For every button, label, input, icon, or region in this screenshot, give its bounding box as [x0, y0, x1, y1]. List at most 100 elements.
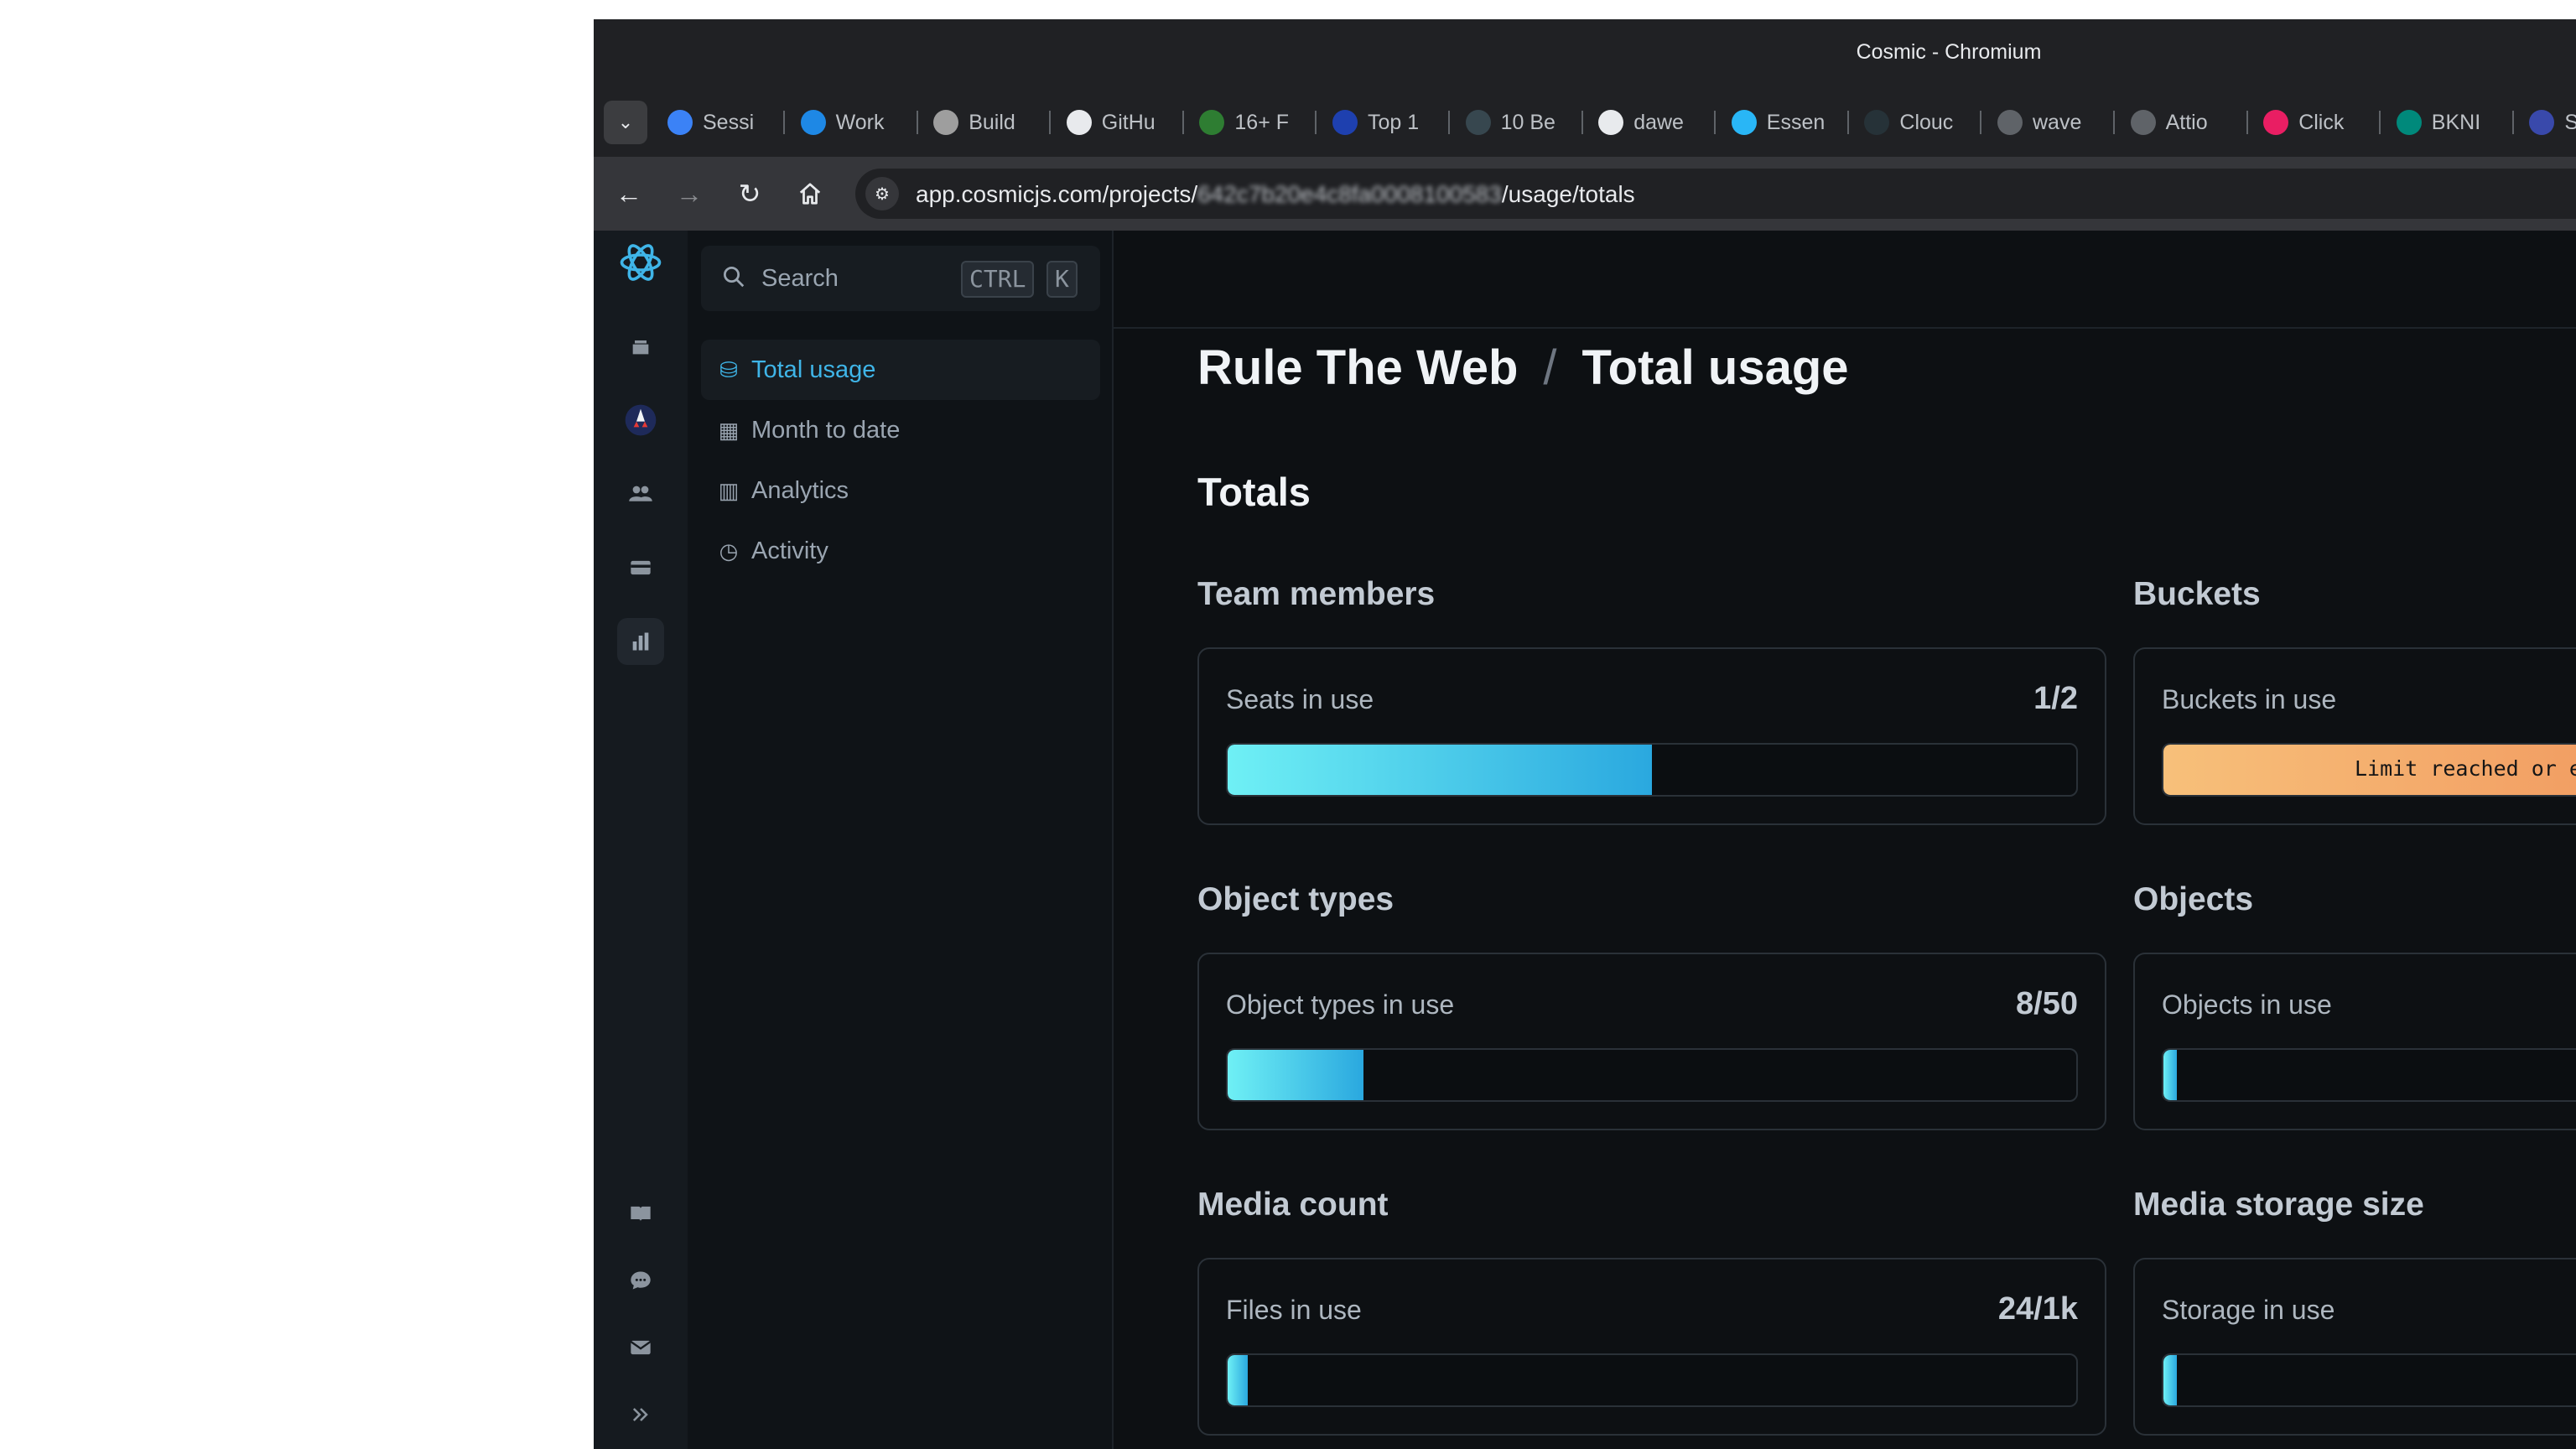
- buckets-title: Buckets: [2133, 576, 2261, 612]
- object-types-progress-fill: [1228, 1050, 1363, 1100]
- buckets-warning-text: Limit reached or exc: [2355, 756, 2576, 781]
- url-redacted: 642c7b20e4c8fa0008100583: [1197, 181, 1502, 207]
- object-types-card: Object types in use 8/50: [1197, 953, 2106, 1130]
- tab-label: GitHu: [1101, 110, 1156, 134]
- media-count-title: Media count: [1197, 1187, 1389, 1223]
- tab-label: Top 1: [1368, 110, 1420, 134]
- browser-tab[interactable]: Top 1: [1332, 101, 1450, 144]
- forward-button[interactable]: →: [671, 175, 708, 212]
- main-panel: Rule The Web / Total usage Totals Team mem…: [1114, 231, 2576, 1449]
- buckets-label: Buckets in use: [2162, 684, 2337, 714]
- tab-separator: [2379, 111, 2381, 134]
- browser-tab[interactable]: 16+ F: [1199, 101, 1317, 144]
- url-text[interactable]: app.cosmicjs.com/projects/642c7b20e4c8fa…: [916, 181, 1635, 208]
- browser-tab[interactable]: BKNI: [2396, 101, 2514, 144]
- tab-favicon-icon: [933, 110, 959, 135]
- files-progress-bar: [1226, 1353, 2078, 1407]
- kbd-ctrl: CTRL: [961, 261, 1035, 298]
- tab-separator: [1448, 111, 1450, 134]
- arrow-left-icon: ←: [615, 178, 642, 209]
- tab-label: Attio: [2165, 110, 2208, 134]
- cosmic-logo-icon[interactable]: [617, 239, 664, 286]
- browser-tab[interactable]: Work: [800, 101, 918, 144]
- browser-tab[interactable]: Build: [933, 101, 1052, 144]
- breadcrumb-project[interactable]: Rule The Web: [1197, 340, 1518, 395]
- objects-card: Objects in use: [2133, 953, 2576, 1130]
- media-storage-card: Storage in use: [2133, 1258, 2576, 1436]
- tab-label: Sl: [2564, 110, 2576, 134]
- tab-separator: [1980, 111, 1982, 134]
- browser-tab[interactable]: Sl: [2529, 101, 2576, 144]
- tab-favicon-icon: [2396, 110, 2422, 135]
- search-label: Search: [761, 265, 839, 292]
- browser-tab[interactable]: wave: [1997, 101, 2115, 144]
- chat-icon[interactable]: [617, 1257, 664, 1304]
- buckets-card: Buckets in use Limit reached or exc: [2133, 647, 2576, 825]
- subnav-item-label: Activity: [751, 537, 828, 564]
- tab-separator: [1581, 111, 1583, 134]
- usage-icon[interactable]: [617, 618, 664, 665]
- tab-favicon-icon: [1864, 110, 1890, 135]
- subnav-item[interactable]: ◷ Activity: [701, 521, 1100, 581]
- tab-label: BKNI: [2431, 110, 2481, 134]
- tab-favicon-icon: [800, 110, 826, 135]
- tab-separator: [1315, 111, 1317, 134]
- browser-window: Cosmic - Chromium ⌄ Sessi Work Build GitHu 1…: [594, 19, 2576, 1449]
- team-members-card: Seats in use 1/2: [1197, 647, 2106, 825]
- browser-tab[interactable]: dawe: [1598, 101, 1716, 144]
- billing-icon[interactable]: [617, 544, 664, 591]
- site-info-icon[interactable]: ⚙: [865, 177, 899, 210]
- back-button[interactable]: ←: [610, 175, 647, 212]
- tab-separator: [1049, 111, 1052, 134]
- breadcrumb-current: Total usage: [1581, 340, 1849, 395]
- tab-label: Build: [969, 110, 1015, 134]
- browser-tab[interactable]: Sessi: [667, 101, 785, 144]
- home-button[interactable]: [792, 175, 828, 212]
- browser-tab[interactable]: Essen: [1731, 101, 1849, 144]
- arrow-right-icon: →: [676, 178, 703, 209]
- icon-rail: [594, 231, 688, 1449]
- expand-icon[interactable]: [617, 1391, 664, 1438]
- tab-favicon-icon: [1731, 110, 1757, 135]
- subnav-item[interactable]: ▦ Month to date: [701, 400, 1100, 460]
- tab-label: Work: [835, 110, 885, 134]
- object-types-value: 8/50: [2016, 986, 2078, 1021]
- browser-tab[interactable]: Clouc: [1864, 101, 1982, 144]
- tab-label: dawe: [1633, 110, 1684, 134]
- files-value: 24/1k: [1997, 1291, 2078, 1327]
- object-types-progress-bar: [1226, 1048, 2078, 1102]
- objects-progress-bar: [2162, 1048, 2576, 1102]
- browser-tab[interactable]: 10 Be: [1465, 101, 1583, 144]
- mail-icon[interactable]: [617, 1324, 664, 1371]
- subnav-item[interactable]: ⛁ Total usage: [701, 340, 1100, 400]
- objects-progress-fill: [2163, 1050, 2178, 1100]
- project-avatar-icon[interactable]: [617, 397, 664, 444]
- storage-progress-fill: [2163, 1355, 2178, 1405]
- tab-search-button[interactable]: ⌄: [604, 101, 647, 144]
- browser-tab[interactable]: GitHu: [1066, 101, 1184, 144]
- browser-tab[interactable]: Attio: [2130, 101, 2248, 144]
- subnav-item-label: Analytics: [751, 476, 849, 504]
- tab-label: Clouc: [1899, 110, 1954, 134]
- seats-progress-bar: [1226, 743, 2078, 797]
- tab-separator: [2113, 111, 2115, 134]
- team-icon[interactable]: [617, 470, 664, 517]
- docs-icon[interactable]: [617, 1190, 664, 1237]
- tab-label: wave: [2033, 110, 2082, 134]
- address-bar: ← → ↻ ⚙ app.cosmicjs.com/projects/642c7b…: [594, 157, 2576, 231]
- tab-favicon-icon: [2130, 110, 2156, 135]
- storage-progress-bar: [2162, 1353, 2576, 1407]
- tab-favicon-icon: [2263, 110, 2289, 135]
- reload-button[interactable]: ↻: [731, 175, 768, 212]
- tab-favicon-icon: [667, 110, 693, 135]
- files-label: Files in use: [1226, 1295, 1362, 1325]
- files-progress-fill: [1228, 1355, 1249, 1405]
- subnav-item[interactable]: ▥ Analytics: [701, 460, 1100, 521]
- url-field[interactable]: ⚙ app.cosmicjs.com/projects/642c7b20e4c8…: [855, 169, 2576, 219]
- tab-favicon-icon: [1997, 110, 2023, 135]
- object-types-title: Object types: [1197, 881, 1394, 917]
- projects-icon[interactable]: [617, 323, 664, 370]
- search-button[interactable]: Search CTRL K: [701, 246, 1100, 311]
- browser-tab[interactable]: Click: [2263, 101, 2381, 144]
- tab-label: 16+ F: [1234, 110, 1290, 134]
